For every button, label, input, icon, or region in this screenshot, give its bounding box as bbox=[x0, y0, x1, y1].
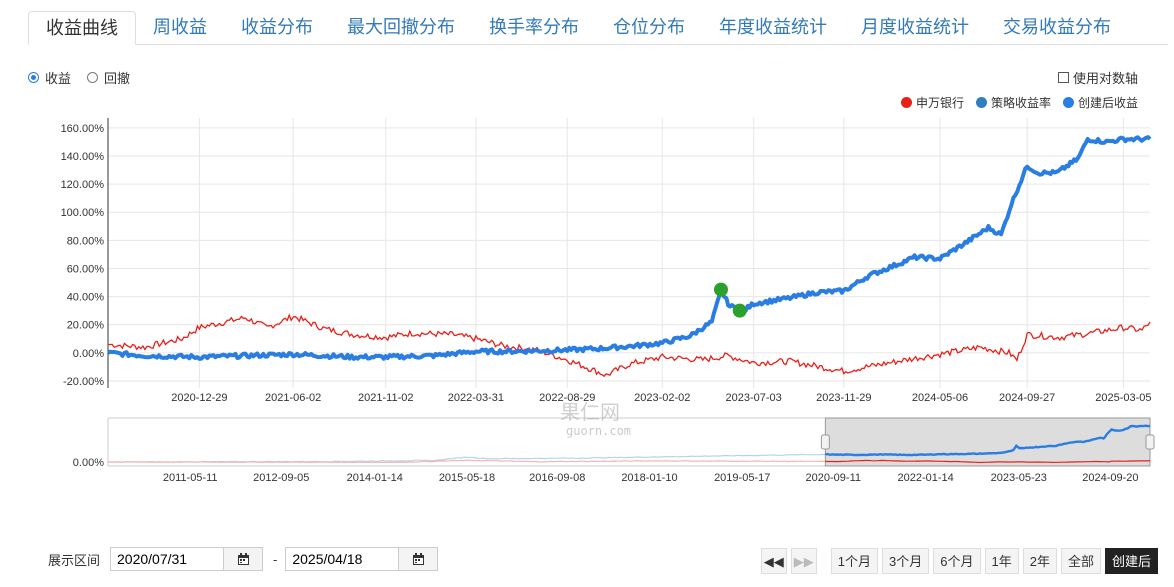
navigator-x-label: 2016-09-08 bbox=[529, 472, 585, 484]
y-tick-label: 20.00% bbox=[67, 320, 105, 332]
range-buttons: ◀◀ ▶▶ 1个月 3个月 6个月 1年 2年 全部 创建后 bbox=[760, 548, 1158, 574]
range-3m-button[interactable]: 3个月 bbox=[882, 548, 930, 574]
range-since-creation-button[interactable]: 创建后 bbox=[1104, 548, 1158, 574]
x-tick-label: 2021-11-02 bbox=[358, 392, 413, 404]
y-tick-label: 160.00% bbox=[61, 123, 105, 135]
series-line-post-creation bbox=[107, 135, 1152, 361]
navigator-x-label: 2012-09-05 bbox=[253, 472, 309, 484]
navigator-x-label: 2024-09-20 bbox=[1082, 472, 1138, 484]
y-tick-label: 80.00% bbox=[67, 235, 105, 247]
navigator-right-handle[interactable] bbox=[1145, 434, 1155, 450]
x-tick-label: 2021-06-02 bbox=[265, 392, 321, 404]
y-tick-label: 60.00% bbox=[67, 263, 105, 275]
navigator-x-label: 2020-09-11 bbox=[806, 472, 861, 484]
navigator-x-label: 2022-01-14 bbox=[898, 472, 954, 484]
range-1m-button[interactable]: 1个月 bbox=[830, 548, 879, 574]
x-tick-label: 2025-03-05 bbox=[1095, 392, 1151, 404]
y-tick-label: 140.00% bbox=[61, 151, 105, 163]
range-1y-button[interactable]: 1年 bbox=[984, 548, 1019, 574]
chart-lines bbox=[107, 135, 1152, 378]
range-2y-button[interactable]: 2年 bbox=[1022, 548, 1057, 574]
calendar-icon[interactable] bbox=[398, 548, 438, 570]
start-date-picker bbox=[110, 547, 264, 571]
trade-marker bbox=[713, 282, 728, 297]
x-tick-label: 2020-12-29 bbox=[171, 392, 227, 404]
y-tick-label: 120.00% bbox=[61, 179, 105, 191]
x-tick-label: 2022-03-31 bbox=[448, 392, 504, 404]
calendar-icon[interactable] bbox=[223, 548, 263, 570]
x-tick-label: 2023-11-29 bbox=[816, 392, 871, 404]
navigator-x-label: 2018-01-10 bbox=[621, 472, 677, 484]
navigator-x-label: 2019-05-17 bbox=[714, 472, 770, 484]
navigator-left-handle[interactable] bbox=[820, 434, 830, 450]
trade-marker bbox=[732, 303, 747, 318]
end-date-input[interactable] bbox=[286, 548, 399, 570]
x-axis-ticks: 2020-12-29 2021-06-02 2021-11-02 2022-03-31… bbox=[171, 392, 1151, 404]
return-chart: 160.00% 140.00% 120.00% 100.00% 80.00% 60.00%… bbox=[61, 118, 1155, 484]
navigator-y-label: 0.00% bbox=[73, 457, 104, 469]
navigator-selection bbox=[824, 417, 1151, 467]
y-tick-label: 0.00% bbox=[73, 348, 104, 360]
next-range-button[interactable]: ▶▶ bbox=[790, 548, 817, 574]
double-left-icon: ◀◀ bbox=[763, 554, 784, 569]
x-tick-label: 2023-07-03 bbox=[726, 392, 782, 404]
date-range: 展示区间 - bbox=[48, 547, 439, 571]
double-right-icon: ▶▶ bbox=[793, 554, 814, 569]
range-all-button[interactable]: 全部 bbox=[1060, 548, 1101, 574]
x-tick-label: 2024-09-27 bbox=[999, 392, 1055, 404]
watermark-en: guorn.com bbox=[566, 424, 632, 438]
start-date-input[interactable] bbox=[111, 548, 224, 570]
range-label: 展示区间 bbox=[48, 552, 101, 568]
watermark-cn: 果仁网 bbox=[560, 402, 620, 424]
range-6m-button[interactable]: 6个月 bbox=[933, 548, 981, 574]
y-tick-label: -20.00% bbox=[63, 376, 104, 388]
prev-range-button[interactable]: ◀◀ bbox=[760, 548, 787, 574]
y-tick-label: 40.00% bbox=[67, 292, 105, 304]
x-tick-label: 2023-02-02 bbox=[634, 392, 690, 404]
y-axis-ticks: 160.00% 140.00% 120.00% 100.00% 80.00% 60.00%… bbox=[61, 123, 105, 388]
y-tick-label: 100.00% bbox=[61, 207, 105, 219]
navigator-x-label: 2023-05-23 bbox=[991, 472, 1047, 484]
x-tick-label: 2024-05-06 bbox=[912, 392, 968, 404]
navigator-x-label: 2015-05-18 bbox=[439, 472, 495, 484]
end-date-picker bbox=[285, 547, 439, 571]
range-separator: - bbox=[273, 551, 278, 567]
navigator-x-label: 2014-01-14 bbox=[347, 472, 403, 484]
navigator-x-label: 2011-05-11 bbox=[163, 472, 218, 484]
